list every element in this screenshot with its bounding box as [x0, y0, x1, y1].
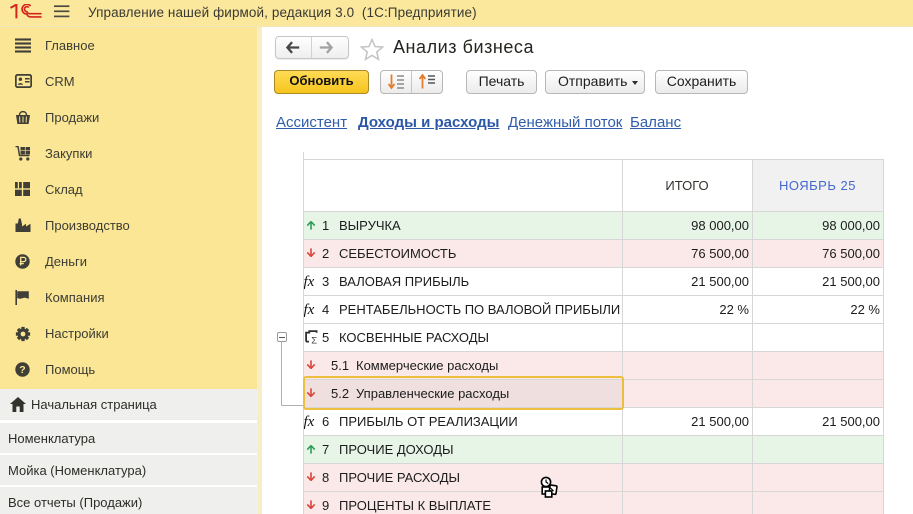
svg-text:fx: fx: [304, 274, 315, 289]
svg-text:Σ: Σ: [311, 336, 317, 345]
svg-text:fx: fx: [304, 414, 315, 429]
svg-text:?: ?: [19, 364, 25, 376]
svg-text:fx: fx: [304, 302, 315, 317]
